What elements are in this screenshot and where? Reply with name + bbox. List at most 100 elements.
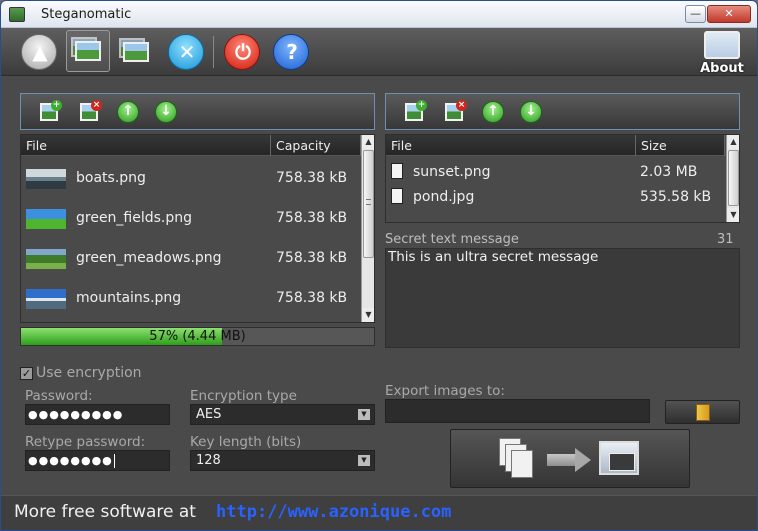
secret-message-text: This is an ultra secret message bbox=[388, 249, 599, 265]
key-length-label: Key length (bits) bbox=[190, 434, 302, 450]
footer-text: More free software at bbox=[14, 502, 196, 522]
scroll-up-icon[interactable]: ▲ bbox=[362, 135, 374, 149]
extract-mode-button[interactable] bbox=[119, 36, 153, 66]
process-button[interactable] bbox=[450, 429, 690, 488]
payload-files-toolbar: + × ↑ ↓ bbox=[385, 93, 740, 130]
hide-mode-button[interactable] bbox=[66, 30, 110, 72]
carrier-images-list[interactable]: File Capacity boats.png 758.38 kB green_… bbox=[20, 134, 375, 323]
add-carrier-button[interactable]: + bbox=[38, 100, 62, 124]
footer: More free software at http://www.azoniqu… bbox=[1, 495, 757, 530]
file-capacity: 758.38 kB bbox=[276, 250, 348, 266]
list-header: File Size bbox=[386, 135, 725, 156]
remove-file-button[interactable]: × bbox=[443, 100, 467, 124]
arrow-up-icon: ↑ bbox=[117, 101, 139, 123]
files-list-scrollbar[interactable]: ▲ ▼ bbox=[726, 135, 739, 222]
eject-icon: ▲ bbox=[32, 40, 48, 64]
use-encryption-checkbox[interactable]: ✓ bbox=[20, 367, 33, 380]
password-label: Password: bbox=[25, 388, 93, 404]
encryption-type-select[interactable]: AES ▼ bbox=[190, 404, 375, 425]
list-item[interactable]: sunset.png 2.03 MB bbox=[386, 161, 725, 185]
capacity-progress-bar: 57% (4.44 MB) bbox=[20, 327, 375, 346]
about-icon bbox=[704, 31, 740, 59]
toolbar-separator bbox=[213, 36, 214, 68]
move-down-file-button[interactable]: ↓ bbox=[519, 100, 543, 124]
file-name: sunset.png bbox=[413, 164, 491, 180]
quit-button[interactable]: ⏻ bbox=[224, 34, 260, 70]
green-meadows-thumbnail bbox=[26, 249, 66, 269]
use-encryption-label: Use encryption bbox=[36, 365, 142, 381]
move-up-file-button[interactable]: ↑ bbox=[481, 100, 505, 124]
progress-text: 57% (4.44 MB) bbox=[149, 329, 246, 344]
footer-link[interactable]: http://www.azonique.com bbox=[216, 502, 451, 522]
chevron-down-icon: ▼ bbox=[358, 409, 370, 420]
export-path-field[interactable] bbox=[385, 399, 650, 423]
file-name: pond.jpg bbox=[413, 189, 475, 205]
scroll-up-icon[interactable]: ▲ bbox=[727, 135, 739, 149]
secret-message-textarea[interactable]: This is an ultra secret message bbox=[385, 248, 740, 348]
password-value: ●●●●●●●●● bbox=[28, 408, 124, 421]
app-icon bbox=[9, 7, 25, 22]
encryption-type-value: AES bbox=[196, 407, 222, 422]
column-size[interactable]: Size bbox=[636, 135, 725, 156]
secret-message-label: Secret text message bbox=[385, 232, 519, 247]
list-item[interactable]: green_meadows.png 758.38 kB bbox=[21, 239, 361, 279]
scroll-down-icon[interactable]: ▼ bbox=[362, 308, 374, 322]
help-button[interactable]: ? bbox=[273, 34, 309, 70]
browse-folder-button[interactable] bbox=[665, 400, 740, 424]
scroll-down-icon[interactable]: ▼ bbox=[727, 208, 739, 222]
window-title: Steganomatic bbox=[41, 7, 132, 22]
minimize-button[interactable]: — bbox=[685, 5, 706, 23]
encryption-type-label: Encryption type bbox=[190, 388, 297, 404]
arrow-up-icon: ↑ bbox=[482, 101, 504, 123]
file-capacity: 758.38 kB bbox=[276, 290, 348, 306]
retype-password-field[interactable]: ●●●●●●●● bbox=[25, 450, 170, 471]
title-bar: Steganomatic — ✕ bbox=[1, 1, 757, 28]
app-window: Steganomatic — ✕ ▲ ✕ ⏻ ? About + × ↑ ↓ F… bbox=[0, 0, 758, 531]
list-item[interactable]: pond.jpg 535.58 kB bbox=[386, 186, 725, 210]
key-length-value: 128 bbox=[196, 453, 221, 468]
move-up-carrier-button[interactable]: ↑ bbox=[116, 100, 140, 124]
mountains-thumbnail bbox=[26, 289, 66, 309]
list-item[interactable]: boats.png 758.38 kB bbox=[21, 159, 361, 199]
payload-files-list[interactable]: File Size sunset.png 2.03 MB pond.jpg 53… bbox=[385, 134, 740, 223]
arrow-head-icon bbox=[575, 448, 591, 472]
column-file[interactable]: File bbox=[386, 135, 636, 156]
file-size: 535.58 kB bbox=[640, 189, 712, 205]
scrollbar-thumb[interactable] bbox=[363, 150, 374, 258]
folder-icon bbox=[696, 404, 710, 421]
add-file-button[interactable]: + bbox=[403, 100, 427, 124]
arrow-down-icon: ↓ bbox=[155, 101, 177, 123]
column-file[interactable]: File bbox=[21, 135, 271, 156]
file-icon bbox=[391, 188, 403, 204]
key-length-select[interactable]: 128 ▼ bbox=[190, 450, 375, 471]
retype-password-label: Retype password: bbox=[25, 434, 146, 450]
list-item[interactable]: mountains.png 758.38 kB bbox=[21, 279, 361, 319]
about-button[interactable]: About bbox=[698, 31, 746, 76]
password-field[interactable]: ●●●●●●●●● bbox=[25, 404, 170, 425]
power-icon: ⏻ bbox=[235, 40, 251, 64]
hide-image-icon bbox=[71, 35, 105, 65]
cancel-button[interactable]: ✕ bbox=[168, 34, 204, 70]
remove-carrier-button[interactable]: × bbox=[78, 100, 102, 124]
scrollbar-thumb[interactable] bbox=[728, 150, 739, 206]
main-toolbar: ▲ ✕ ⏻ ? About bbox=[1, 28, 757, 76]
retype-password-value: ●●●●●●●● bbox=[28, 454, 113, 467]
export-label: Export images to: bbox=[385, 383, 505, 399]
file-name: mountains.png bbox=[76, 290, 182, 306]
move-down-carrier-button[interactable]: ↓ bbox=[154, 100, 178, 124]
list-item[interactable]: green_fields.png 758.38 kB bbox=[21, 199, 361, 239]
carrier-list-scrollbar[interactable]: ▲ ▼ bbox=[361, 135, 374, 322]
list-header: File Capacity bbox=[21, 135, 361, 156]
cancel-icon: ✕ bbox=[178, 40, 196, 64]
column-capacity[interactable]: Capacity bbox=[271, 135, 361, 156]
close-button[interactable]: ✕ bbox=[707, 5, 751, 23]
file-size: 2.03 MB bbox=[640, 164, 698, 180]
file-name: boats.png bbox=[76, 170, 146, 186]
carrier-images-toolbar: + × ↑ ↓ bbox=[20, 93, 375, 130]
chevron-down-icon: ▼ bbox=[358, 455, 370, 466]
file-name: green_fields.png bbox=[76, 210, 193, 226]
about-label: About bbox=[700, 61, 744, 76]
image-target-icon bbox=[599, 441, 639, 475]
boats-thumbnail bbox=[26, 169, 66, 189]
eject-button[interactable]: ▲ bbox=[21, 34, 57, 70]
